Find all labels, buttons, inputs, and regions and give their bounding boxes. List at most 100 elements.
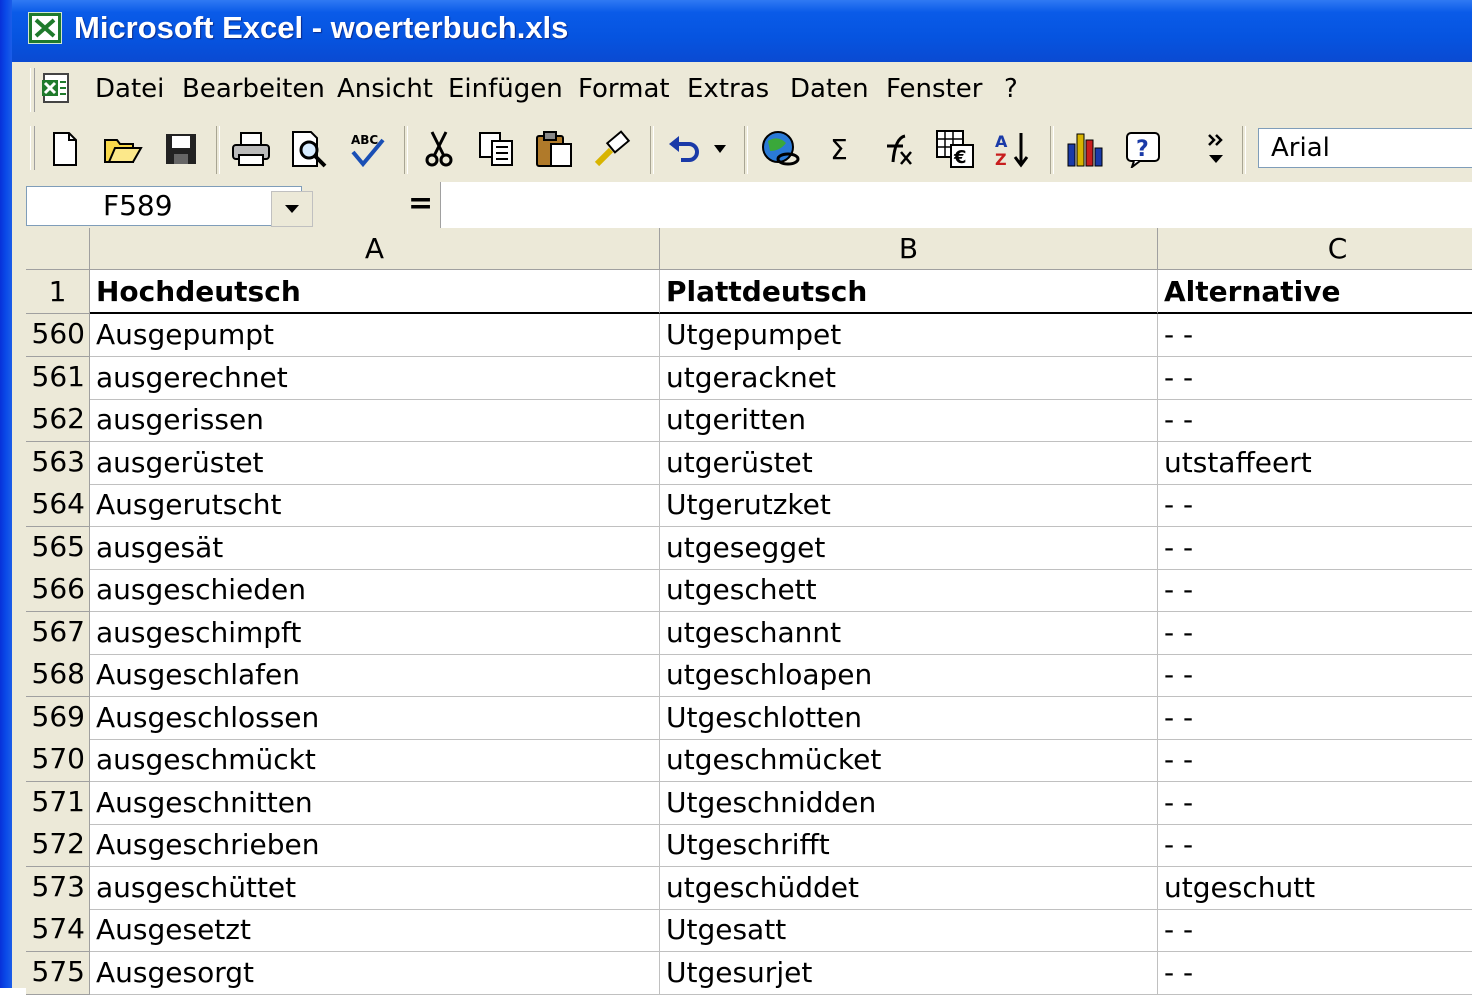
select-all-corner[interactable] [26, 228, 90, 270]
cell-b[interactable]: Utgerutzket [660, 484, 1158, 527]
header-cell-b[interactable]: Plattdeutsch [660, 270, 1158, 314]
cell-b[interactable]: Utgeschnidden [660, 782, 1158, 825]
cell-c[interactable]: - - [1158, 569, 1472, 612]
cell-c[interactable]: - - [1158, 399, 1472, 442]
menu-einfuegen[interactable]: Einfügen [448, 74, 563, 104]
menu-fenster[interactable]: Fenster [886, 74, 982, 104]
row-header[interactable]: 561 [26, 357, 90, 400]
row-header[interactable]: 1 [26, 270, 90, 314]
new-icon[interactable] [42, 126, 88, 172]
column-header-a[interactable]: A [90, 228, 660, 270]
cell-a[interactable]: ausgesät [90, 527, 660, 570]
cell-a[interactable]: Ausgeschlossen [90, 697, 660, 740]
cell-c[interactable]: - - [1158, 824, 1472, 867]
column-header-b[interactable]: B [660, 228, 1158, 270]
formula-equals-icon[interactable]: = [408, 186, 433, 221]
cell-a[interactable]: ausgerissen [90, 399, 660, 442]
cell-a[interactable]: Ausgesorgt [90, 952, 660, 995]
name-box[interactable]: F589 [26, 186, 313, 227]
cell-a[interactable]: ausgerüstet [90, 442, 660, 485]
save-icon[interactable] [158, 126, 204, 172]
cell-c[interactable]: - - [1158, 739, 1472, 782]
header-cell-c[interactable]: Alternative [1158, 270, 1472, 314]
hyperlink-icon[interactable] [758, 126, 804, 172]
cell-b[interactable]: Utgeschlotten [660, 697, 1158, 740]
cell-c[interactable]: - - [1158, 314, 1472, 357]
name-box-dropdown-icon[interactable] [271, 191, 313, 227]
workbook-icon[interactable] [40, 72, 74, 106]
print-icon[interactable] [228, 126, 274, 172]
row-header[interactable]: 566 [26, 569, 90, 612]
cell-a[interactable]: Ausgeschlafen [90, 654, 660, 697]
row-header[interactable]: 570 [26, 739, 90, 782]
cell-b[interactable]: utgeschüddet [660, 867, 1158, 910]
toolbar-grip[interactable] [30, 126, 35, 170]
cell-a[interactable]: ausgeschmückt [90, 739, 660, 782]
cell-c[interactable]: - - [1158, 697, 1472, 740]
menu-datei[interactable]: Datei [95, 74, 164, 104]
cell-b[interactable]: utgeritten [660, 399, 1158, 442]
cell-b[interactable]: Utgesurjet [660, 952, 1158, 995]
cell-b[interactable]: Utgeschrifft [660, 824, 1158, 867]
row-header[interactable]: 575 [26, 952, 90, 995]
row-header[interactable]: 572 [26, 824, 90, 867]
format-painter-icon[interactable] [590, 126, 636, 172]
column-header-c[interactable]: C [1158, 228, 1472, 270]
cell-a[interactable]: Ausgerutscht [90, 484, 660, 527]
row-header[interactable]: 569 [26, 697, 90, 740]
title-bar[interactable]: Microsoft Excel - woerterbuch.xls [12, 0, 1472, 62]
cell-c[interactable]: - - [1158, 612, 1472, 655]
cell-c[interactable]: - - [1158, 527, 1472, 570]
row-header[interactable]: 563 [26, 442, 90, 485]
cell-a[interactable]: Ausgepumpt [90, 314, 660, 357]
help-icon[interactable]: ? [1120, 126, 1166, 172]
cell-c[interactable]: - - [1158, 654, 1472, 697]
excel-app-icon[interactable] [28, 12, 62, 44]
chart-wizard-icon[interactable] [1062, 126, 1108, 172]
cell-a[interactable]: Ausgeschnitten [90, 782, 660, 825]
cell-c[interactable]: - - [1158, 484, 1472, 527]
cut-icon[interactable] [416, 126, 462, 172]
row-header[interactable]: 562 [26, 399, 90, 442]
cell-a[interactable]: Ausgeschrieben [90, 824, 660, 867]
cell-b[interactable]: utgeschmücket [660, 739, 1158, 782]
row-header[interactable]: 568 [26, 654, 90, 697]
more-buttons-icon[interactable] [1202, 126, 1230, 172]
cell-b[interactable]: Utgesatt [660, 909, 1158, 952]
cell-b[interactable]: utgeschannt [660, 612, 1158, 655]
cell-a[interactable]: ausgeschimpft [90, 612, 660, 655]
cell-a[interactable]: ausgeschüttet [90, 867, 660, 910]
cell-c[interactable]: utstaffeert [1158, 442, 1472, 485]
cell-b[interactable]: utgeschloapen [660, 654, 1158, 697]
cell-b[interactable]: utgeracknet [660, 357, 1158, 400]
cell-c[interactable]: - - [1158, 909, 1472, 952]
menu-ansicht[interactable]: Ansicht [337, 74, 433, 104]
cell-b[interactable]: utgeschett [660, 569, 1158, 612]
row-header[interactable]: 565 [26, 527, 90, 570]
open-icon[interactable] [100, 126, 146, 172]
print-preview-icon[interactable] [286, 126, 332, 172]
row-header[interactable]: 564 [26, 484, 90, 527]
cell-c[interactable]: - - [1158, 782, 1472, 825]
undo-icon[interactable] [662, 126, 708, 172]
cell-b[interactable]: utgesegget [660, 527, 1158, 570]
cell-b[interactable]: utgerüstet [660, 442, 1158, 485]
header-cell-a[interactable]: Hochdeutsch [90, 270, 660, 314]
copy-icon[interactable] [474, 126, 520, 172]
paste-icon[interactable] [532, 126, 578, 172]
cell-c[interactable]: utgeschutt [1158, 867, 1472, 910]
formula-input[interactable] [440, 182, 1472, 228]
cell-a[interactable]: Ausgesetzt [90, 909, 660, 952]
cell-a[interactable]: ausgeschieden [90, 569, 660, 612]
euro-icon[interactable]: € [932, 126, 978, 172]
menu-grip[interactable] [30, 68, 35, 112]
menu-help[interactable]: ? [1004, 74, 1018, 104]
menu-extras[interactable]: Extras [687, 74, 769, 104]
undo-dropdown-icon[interactable] [708, 126, 732, 172]
font-name-field[interactable]: Arial [1258, 128, 1472, 168]
sort-ascending-icon[interactable]: AZ [990, 126, 1036, 172]
spellcheck-icon[interactable]: ABC [344, 126, 390, 172]
row-header[interactable]: 571 [26, 782, 90, 825]
menu-bearbeiten[interactable]: Bearbeiten [182, 74, 325, 104]
cell-c[interactable]: - - [1158, 357, 1472, 400]
